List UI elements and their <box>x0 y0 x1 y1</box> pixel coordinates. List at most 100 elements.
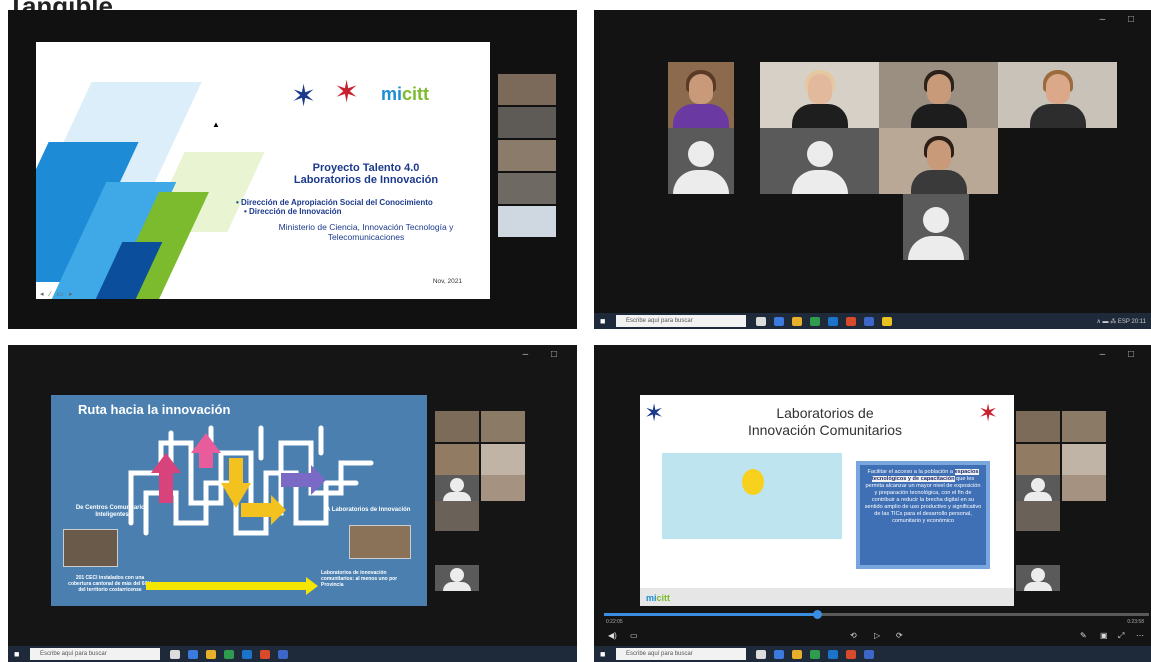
fullscreen-icon[interactable]: ⤢ <box>1118 631 1124 641</box>
app-icon[interactable] <box>206 649 216 659</box>
app-icon[interactable] <box>828 649 838 659</box>
participant-video[interactable] <box>435 501 479 531</box>
slide-title: Proyecto Talento 4.0 Laboratorios de Inn… <box>293 162 439 186</box>
play-icon[interactable]: ▷ <box>874 631 880 640</box>
slide-footer: micitt <box>640 588 1014 606</box>
participant-video[interactable] <box>1062 444 1106 475</box>
app-icon[interactable] <box>756 649 766 659</box>
app-icon[interactable] <box>864 649 874 659</box>
taskbar-search-input[interactable]: Escribe aquí para buscar <box>30 648 160 660</box>
participant-strip <box>498 74 556 239</box>
participant-video[interactable] <box>481 444 525 475</box>
participant-video[interactable] <box>760 62 879 128</box>
participant-video[interactable] <box>498 173 556 204</box>
participant-video[interactable] <box>1016 444 1060 475</box>
progress-knob[interactable] <box>812 610 822 619</box>
app-icon[interactable] <box>882 316 892 326</box>
app-icon[interactable] <box>828 316 838 326</box>
slide-ruta: Ruta hacia la innovación De Centros Comu… <box>51 395 427 606</box>
participant-video[interactable] <box>998 62 1117 128</box>
labs-photo <box>349 525 411 559</box>
participant-video[interactable] <box>498 206 556 237</box>
panel-gallery-view: – □ ■ Escribe aquí para buscar ∧ ▬ ⁂ ESP… <box>594 10 1151 329</box>
participant-video[interactable] <box>481 475 525 501</box>
micitt-logo: micitt <box>646 593 671 603</box>
slide-description: Facilitar el acceso a la población a esp… <box>856 461 990 569</box>
app-icon[interactable] <box>260 649 270 659</box>
app-icon[interactable] <box>810 316 820 326</box>
windows-start-icon[interactable]: ■ <box>14 649 24 659</box>
app-icon[interactable] <box>792 316 802 326</box>
app-icon[interactable] <box>846 316 856 326</box>
participant-video[interactable] <box>1062 475 1106 501</box>
yellow-arrow <box>146 577 318 595</box>
participant-video[interactable] <box>435 444 479 475</box>
window-controls[interactable]: – □ <box>1100 349 1144 360</box>
windows-taskbar: ■ Escribe aquí para buscar <box>594 646 1151 662</box>
participant-video[interactable] <box>498 140 556 171</box>
participant-video[interactable] <box>668 62 734 128</box>
participant-placeholder[interactable] <box>668 128 734 194</box>
participant-video[interactable] <box>1016 411 1060 442</box>
participant-placeholder[interactable] <box>760 128 879 194</box>
participant-video[interactable] <box>879 128 998 194</box>
micitt-logo: micitt <box>381 84 430 104</box>
system-tray[interactable]: ∧ ▬ ⁂ ESP 20:11 <box>1096 318 1146 325</box>
forward-icon[interactable]: ⟳ <box>896 631 903 640</box>
participant-placeholder[interactable] <box>903 194 969 260</box>
window-controls[interactable]: – □ <box>523 349 567 360</box>
participant-placeholder[interactable] <box>1016 565 1060 591</box>
participant-placeholder[interactable] <box>435 565 479 591</box>
windows-start-icon[interactable]: ■ <box>600 316 610 326</box>
windows-taskbar: ■ Escribe aquí para buscar ∧ ▬ ⁂ ESP 20:… <box>594 313 1151 329</box>
app-icon[interactable] <box>774 649 784 659</box>
app-icon[interactable] <box>278 649 288 659</box>
ministry-text: Ministerio de Ciencia, Innovación Tecnol… <box>278 222 454 242</box>
more-options-icon[interactable]: ⋯ <box>1136 631 1144 640</box>
participant-video[interactable] <box>498 74 556 105</box>
app-icon[interactable] <box>170 649 180 659</box>
windows-start-icon[interactable]: ■ <box>600 649 610 659</box>
app-icon[interactable] <box>756 316 766 326</box>
star-logo-icon: ✶ <box>334 76 360 109</box>
participant-video[interactable] <box>498 107 556 138</box>
participant-video[interactable] <box>1016 501 1060 531</box>
mouse-cursor-icon: ▲ <box>212 120 220 129</box>
miniplayer-icon[interactable]: ▣ <box>1100 631 1108 640</box>
participant-video[interactable] <box>435 411 479 442</box>
app-icon[interactable] <box>774 316 784 326</box>
taskbar-apps <box>756 649 874 659</box>
maze-illustration <box>128 425 374 536</box>
taskbar-apps <box>756 316 892 326</box>
window-controls[interactable]: – □ <box>1100 14 1144 25</box>
participant-video[interactable] <box>1062 411 1106 442</box>
slide-laboratorios: ✶ ✶ Laboratorios de Innovación Comunitar… <box>640 395 1014 606</box>
app-icon[interactable] <box>188 649 198 659</box>
volume-icon[interactable]: ◀) <box>608 631 617 640</box>
app-icon[interactable] <box>242 649 252 659</box>
panel-route-slide: – □ Ruta hacia la innovación De Centros … <box>8 345 577 662</box>
app-icon[interactable] <box>846 649 856 659</box>
participant-video[interactable] <box>879 62 998 128</box>
participant-placeholder[interactable] <box>435 475 479 501</box>
slide-title: Laboratorios de Innovación Comunitarios <box>747 405 903 438</box>
app-icon[interactable] <box>864 316 874 326</box>
ceci-label: De Centros Comunitarios Inteligentes <box>75 505 149 518</box>
progress-fill <box>604 613 817 616</box>
slideshow-toolbar[interactable]: ◂ ∕ ▭ ▸ <box>40 290 75 298</box>
edit-icon[interactable]: ✎ <box>1080 631 1087 640</box>
rewind-icon[interactable]: ⟲ <box>850 631 857 640</box>
app-icon[interactable] <box>224 649 234 659</box>
participant-placeholder[interactable] <box>1016 475 1060 501</box>
taskbar-search-input[interactable]: Escribe aquí para buscar <box>616 315 746 327</box>
taskbar-search-input[interactable]: Escribe aquí para buscar <box>616 648 746 660</box>
star-logo-icon: ✶ <box>291 80 317 113</box>
video-progress-bar[interactable] <box>604 610 1149 619</box>
participant-video[interactable] <box>481 411 525 442</box>
panel-slide-presentation: ✶ ✶ micitt Proyecto Talento 4.0 Laborato… <box>8 10 577 329</box>
lightbulb-image <box>662 453 842 539</box>
captions-icon[interactable]: ▭ <box>630 631 638 640</box>
ceci-photo <box>63 529 118 567</box>
app-icon[interactable] <box>792 649 802 659</box>
app-icon[interactable] <box>810 649 820 659</box>
